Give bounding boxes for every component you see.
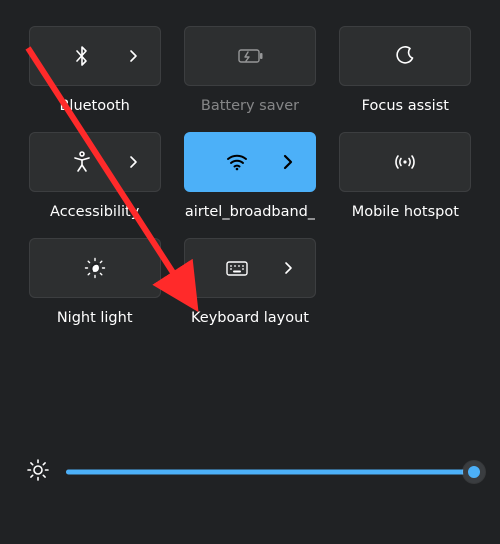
wifi-tile-wrap: airtel_broadband_ xyxy=(181,132,318,220)
accessibility-chevron-icon[interactable] xyxy=(129,155,138,169)
bluetooth-label: Bluetooth xyxy=(59,98,129,114)
keyboard-layout-tile[interactable] xyxy=(184,238,316,298)
wifi-tile[interactable] xyxy=(184,132,316,192)
tiles-grid: Bluetooth Battery saver xyxy=(26,26,474,326)
mobile-hotspot-label: Mobile hotspot xyxy=(352,204,459,220)
wifi-icon xyxy=(226,153,248,171)
night-light-tile-wrap: Night light xyxy=(26,238,163,326)
night-light-tile[interactable] xyxy=(29,238,161,298)
accessibility-label: Accessibility xyxy=(50,204,139,220)
keyboard-layout-tile-wrap: Keyboard layout xyxy=(181,238,318,326)
brightness-thumb[interactable] xyxy=(463,461,485,483)
battery-saver-tile-wrap: Battery saver xyxy=(181,26,318,114)
focus-assist-tile-wrap: Focus assist xyxy=(337,26,474,114)
focus-assist-tile[interactable] xyxy=(339,26,471,86)
brightness-row xyxy=(26,458,474,486)
bluetooth-chevron-icon[interactable] xyxy=(129,49,138,63)
keyboard-layout-chevron-icon[interactable] xyxy=(284,261,293,275)
hotspot-icon xyxy=(393,152,417,172)
bluetooth-tile-wrap: Bluetooth xyxy=(26,26,163,114)
wifi-chevron-icon[interactable] xyxy=(283,154,293,170)
night-light-icon xyxy=(84,257,106,279)
bluetooth-icon xyxy=(73,45,91,67)
battery-saver-label: Battery saver xyxy=(201,98,299,114)
battery-saver-tile[interactable] xyxy=(184,26,316,86)
empty-tile-wrap xyxy=(337,238,474,326)
night-light-label: Night light xyxy=(57,310,133,326)
brightness-fill xyxy=(66,470,474,475)
mobile-hotspot-tile[interactable] xyxy=(339,132,471,192)
brightness-slider[interactable] xyxy=(66,460,474,484)
moon-icon xyxy=(395,46,415,66)
keyboard-layout-label: Keyboard layout xyxy=(191,310,309,326)
focus-assist-label: Focus assist xyxy=(362,98,449,114)
mobile-hotspot-tile-wrap: Mobile hotspot xyxy=(337,132,474,220)
accessibility-tile-wrap: Accessibility xyxy=(26,132,163,220)
accessibility-tile[interactable] xyxy=(29,132,161,192)
accessibility-icon xyxy=(72,151,92,173)
wifi-label: airtel_broadband_ xyxy=(185,204,315,220)
bluetooth-tile[interactable] xyxy=(29,26,161,86)
brightness-icon xyxy=(26,458,50,486)
battery-saver-icon xyxy=(236,48,264,64)
quick-settings-panel: Bluetooth Battery saver xyxy=(0,0,500,326)
keyboard-icon xyxy=(225,259,249,277)
